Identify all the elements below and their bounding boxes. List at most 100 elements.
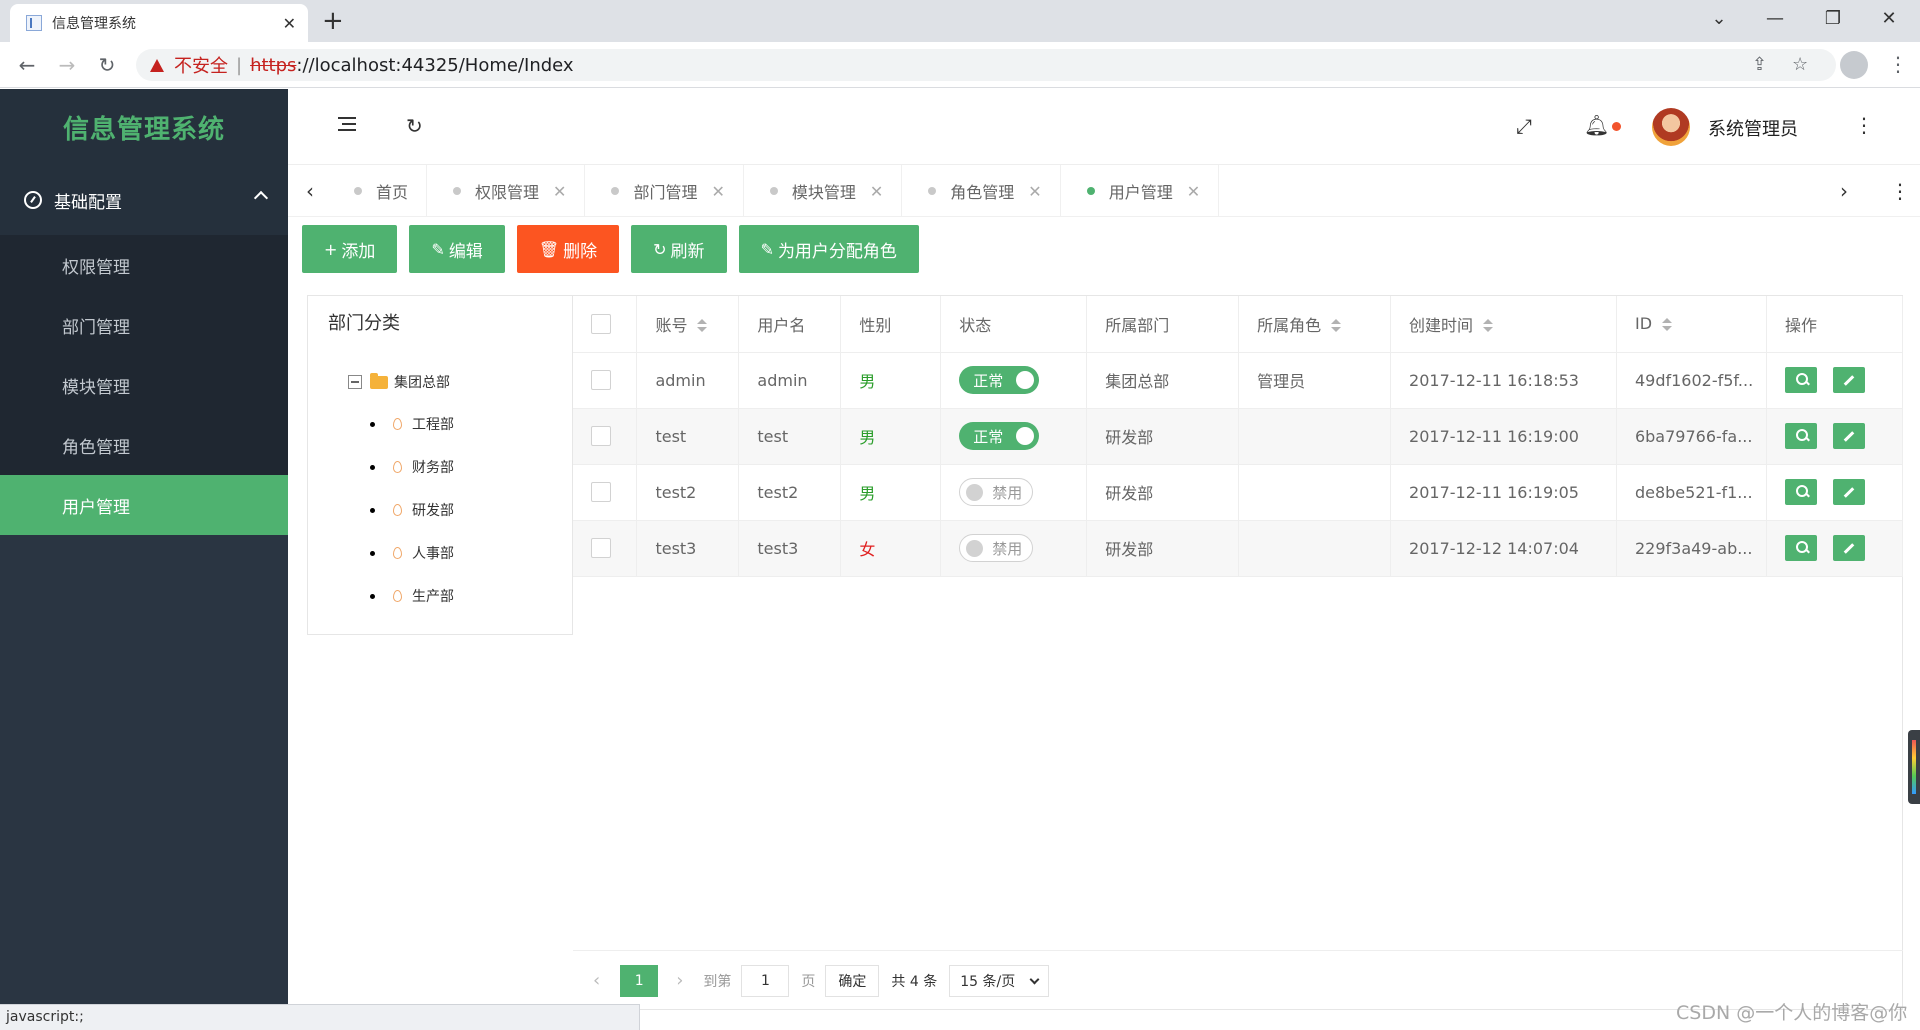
tree-node[interactable]: 生产部 — [370, 586, 454, 606]
tab-module[interactable]: 模块管理 ✕ — [744, 165, 903, 217]
cell-account: test — [636, 408, 740, 465]
browser-menu-icon[interactable]: ⋮ — [1888, 52, 1908, 76]
tabs-scroll-left-icon[interactable]: ‹ — [306, 179, 314, 203]
minimize-icon[interactable]: — — [1752, 4, 1798, 34]
goto-page-input[interactable]: 1 — [741, 964, 790, 997]
cell-department: 研发部 — [1086, 408, 1240, 465]
share-icon[interactable]: ⇪ — [1752, 54, 1767, 75]
security-label[interactable]: 不安全 — [174, 52, 228, 78]
edit-row-button[interactable] — [1832, 535, 1865, 561]
tab-close-icon[interactable]: ✕ — [1028, 182, 1041, 201]
sort-icon[interactable] — [697, 319, 708, 333]
add-button[interactable]: + 添加 — [302, 225, 398, 273]
tree-node[interactable]: 人事部 — [370, 543, 454, 563]
header-more-icon[interactable]: ⋮ — [1854, 113, 1874, 137]
tab-permission[interactable]: 权限管理 ✕ — [427, 165, 586, 217]
row-checkbox[interactable] — [591, 482, 611, 502]
status-toggle[interactable]: 正常 — [959, 422, 1040, 450]
side-widget-handle[interactable] — [1908, 730, 1920, 804]
sidebar-item-department[interactable]: 部门管理 — [0, 295, 288, 355]
status-toggle[interactable]: 禁用 — [959, 478, 1034, 506]
table-row[interactable]: test3 test3 女 禁用 研发部 2017-12-12 14:07:04… — [573, 520, 1904, 577]
col-created[interactable]: 创建时间 — [1390, 296, 1617, 353]
back-icon[interactable]: ← — [12, 50, 42, 80]
forward-icon[interactable]: → — [52, 50, 82, 80]
goto-confirm-button[interactable]: 确定 — [825, 964, 880, 997]
close-tab-icon[interactable]: ✕ — [283, 14, 296, 33]
edit-button[interactable]: ✎ 编辑 — [409, 225, 505, 273]
user-name[interactable]: 系统管理员 — [1708, 115, 1798, 141]
menu-group-basic-config[interactable]: 基础配置 — [0, 165, 288, 235]
refresh-icon[interactable]: ↻ — [406, 114, 423, 138]
edit-row-button[interactable] — [1832, 367, 1865, 393]
bell-icon[interactable]: 🔔︎ — [1584, 113, 1609, 137]
reload-icon[interactable]: ↻ — [92, 50, 122, 80]
tab-user[interactable]: 用户管理 ✕ — [1061, 165, 1220, 217]
tab-close-icon[interactable]: ✕ — [711, 182, 724, 201]
tree-node[interactable]: 财务部 — [370, 457, 454, 477]
tree-root-node[interactable]: 集团总部 — [348, 372, 450, 392]
sidebar-item-role[interactable]: 角色管理 — [0, 415, 288, 475]
col-label: 账号 — [655, 315, 688, 335]
goto-label: 到第 — [703, 973, 732, 990]
sidebar-item-module[interactable]: 模块管理 — [0, 355, 288, 415]
browser-tab[interactable]: 信息管理系统 ✕ — [10, 4, 308, 42]
bookmark-star-icon[interactable]: ☆ — [1792, 54, 1808, 75]
view-button[interactable] — [1784, 479, 1817, 505]
table-row[interactable]: test test 男 正常 研发部 2017-12-11 16:19:00 6… — [573, 408, 1904, 465]
tree-node-label: 集团总部 — [394, 375, 450, 391]
avatar[interactable] — [1652, 108, 1690, 146]
status-toggle[interactable]: 正常 — [959, 366, 1040, 394]
row-checkbox[interactable] — [591, 538, 611, 558]
cell-created: 2017-12-11 16:19:00 — [1390, 408, 1617, 465]
restore-window-icon[interactable]: ❐ — [1810, 4, 1856, 34]
close-window-icon[interactable]: ✕ — [1866, 4, 1912, 34]
next-page-icon[interactable]: › — [676, 970, 683, 991]
new-tab-button[interactable]: + — [322, 6, 344, 36]
row-checkbox[interactable] — [591, 426, 611, 446]
tabs-scroll-right-icon[interactable]: › — [1840, 179, 1848, 203]
tab-department[interactable]: 部门管理 ✕ — [585, 165, 744, 217]
row-checkbox[interactable] — [591, 370, 611, 390]
cell-role — [1238, 520, 1392, 577]
tabs-more-icon[interactable]: ⋮ — [1890, 179, 1910, 203]
tree-node[interactable]: 研发部 — [370, 500, 454, 520]
tree-node[interactable]: 工程部 — [370, 414, 454, 434]
tab-close-icon[interactable]: ✕ — [1187, 182, 1200, 201]
sort-icon[interactable] — [1331, 319, 1342, 333]
col-id[interactable]: ID — [1616, 296, 1767, 353]
profile-avatar-icon[interactable] — [1840, 51, 1868, 79]
view-button[interactable] — [1784, 423, 1817, 449]
view-button[interactable] — [1784, 535, 1817, 561]
table-row[interactable]: test2 test2 男 禁用 研发部 2017-12-11 16:19:05… — [573, 464, 1904, 521]
tab-home[interactable]: 首页 — [328, 165, 428, 217]
col-account[interactable]: 账号 — [636, 296, 740, 353]
menu-toggle-icon[interactable] — [338, 117, 356, 131]
prev-page-icon[interactable]: ‹ — [593, 970, 600, 991]
refresh-button[interactable]: ↻ 刷新 — [631, 225, 727, 273]
collapse-icon[interactable] — [348, 375, 362, 389]
tab-role[interactable]: 角色管理 ✕ — [902, 165, 1061, 217]
page-size-select[interactable]: 15 条/页 — [949, 964, 1050, 997]
col-role[interactable]: 所属角色 — [1238, 296, 1392, 353]
sort-icon[interactable] — [1483, 319, 1494, 333]
tab-close-icon[interactable]: ✕ — [870, 182, 883, 201]
delete-button[interactable]: 🗑︎ 删除 — [516, 225, 620, 273]
current-page[interactable]: 1 — [620, 964, 659, 997]
sort-icon[interactable] — [1662, 317, 1673, 332]
status-toggle[interactable]: 禁用 — [959, 534, 1034, 562]
fullscreen-icon[interactable]: ⤢ — [1516, 114, 1532, 138]
sidebar-item-permission[interactable]: 权限管理 — [0, 235, 288, 295]
cell-created: 2017-12-11 16:18:53 — [1390, 352, 1617, 409]
edit-row-button[interactable] — [1832, 479, 1865, 505]
assign-role-button[interactable]: ✎ 为用户分配角色 — [738, 225, 919, 273]
view-button[interactable] — [1784, 367, 1817, 393]
select-all-checkbox[interactable] — [591, 313, 611, 334]
table-row[interactable]: admin admin 男 正常 集团总部 管理员 2017-12-11 16:… — [573, 352, 1904, 409]
tab-search-icon[interactable]: ⌄ — [1696, 4, 1742, 34]
edit-row-button[interactable] — [1832, 423, 1865, 449]
url-field[interactable]: 不安全 | https ://localhost:44325/Home/Inde… — [136, 49, 1836, 81]
sidebar-item-user[interactable]: 用户管理 — [0, 475, 288, 535]
tab-close-icon[interactable]: ✕ — [553, 182, 566, 201]
cell-sex: 男 — [840, 352, 942, 409]
